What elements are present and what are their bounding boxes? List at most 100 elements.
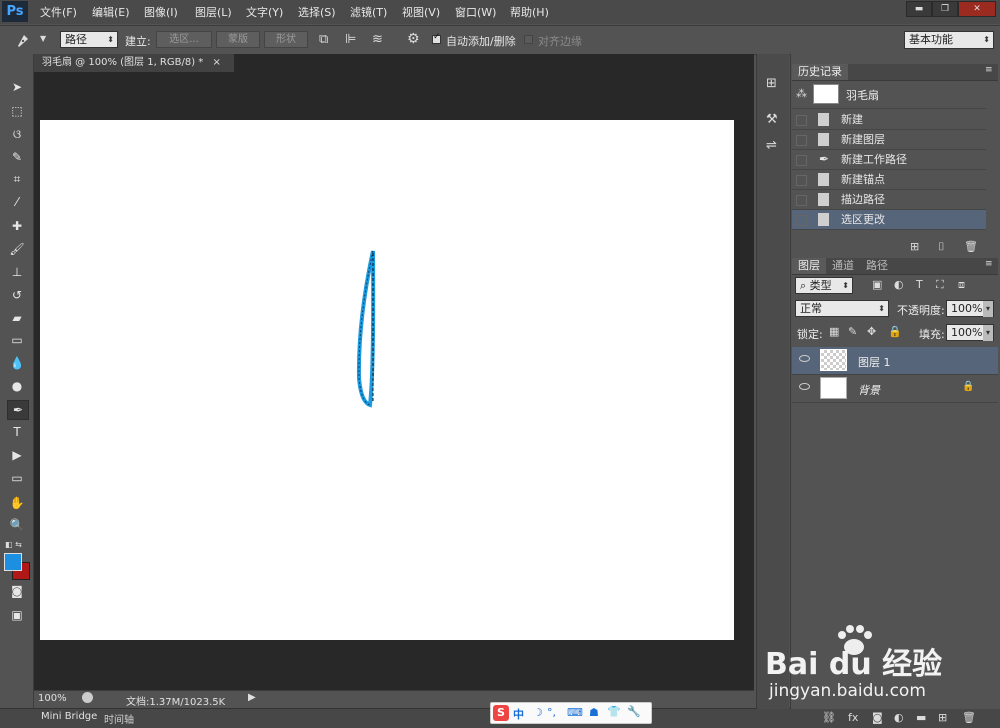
tab-mini-bridge[interactable]: Mini Bridge	[41, 711, 97, 722]
history-checkbox[interactable]	[796, 135, 807, 146]
history-panel-icon[interactable]: ⊞	[766, 76, 777, 91]
history-item-selected[interactable]: 选区更改	[792, 210, 986, 230]
history-item[interactable]: 描边路径	[792, 190, 986, 210]
history-panel-title[interactable]: 历史记录	[792, 64, 848, 80]
hand-tool-icon[interactable]: ✋	[7, 494, 27, 512]
keyboard-icon[interactable]: ⌨	[567, 706, 583, 719]
actions-panel-icon[interactable]: ⚒	[766, 112, 778, 127]
status-menu-arrow-icon[interactable]: ▶	[248, 692, 256, 703]
rectangle-tool-icon[interactable]: ▭	[7, 469, 27, 487]
blur-tool-icon[interactable]: 💧	[7, 354, 27, 372]
sogou-icon[interactable]: S	[493, 705, 509, 721]
user-icon[interactable]: ☗	[589, 706, 599, 719]
link-layers-icon[interactable]: ⛓	[822, 711, 836, 724]
history-checkbox[interactable]	[796, 115, 807, 126]
dodge-tool-icon[interactable]: ●	[7, 377, 27, 395]
quick-mask-icon[interactable]: ◙	[7, 582, 27, 600]
adjustments-panel-icon[interactable]: ⇌	[766, 138, 777, 153]
marquee-tool-icon[interactable]: ⬚	[7, 102, 27, 120]
quick-select-tool-icon[interactable]: ✎	[7, 148, 27, 166]
history-checkbox[interactable]	[796, 195, 807, 206]
camera-icon[interactable]: ⌷	[938, 240, 945, 254]
tool-preset-arrow-icon[interactable]: ▼	[40, 34, 46, 43]
lock-position-icon[interactable]: ✥	[867, 325, 876, 338]
new-document-from-state-icon[interactable]: ⊞	[910, 240, 919, 253]
type-filter-icon[interactable]: T	[916, 278, 923, 291]
zoom-level[interactable]: 100%	[38, 693, 67, 704]
moon-icon[interactable]: ☽	[533, 706, 543, 719]
layer-row-selected[interactable]: 图层 1	[792, 347, 998, 375]
history-checkbox[interactable]	[796, 155, 807, 166]
menu-layer[interactable]: 图层(L)	[195, 4, 232, 20]
lasso-tool-icon[interactable]: ଓ	[7, 125, 27, 143]
make-mask-button[interactable]: 蒙版	[216, 31, 260, 48]
history-brush-source-icon[interactable]: ⁂	[796, 87, 807, 100]
eyedropper-tool-icon[interactable]: ⁄	[7, 193, 27, 211]
tab-paths[interactable]: 路径	[860, 258, 894, 274]
pixel-filter-icon[interactable]: ▣	[872, 278, 882, 291]
opacity-input[interactable]: 100% ▾	[946, 300, 994, 317]
chevron-down-icon[interactable]: ▾	[983, 325, 993, 341]
menu-window[interactable]: 窗口(W)	[455, 4, 496, 20]
visibility-eye-icon[interactable]	[799, 355, 810, 362]
trash-icon[interactable]: 🗑	[964, 240, 978, 253]
menu-file[interactable]: 文件(F)	[40, 4, 77, 20]
wrench-icon[interactable]: 🔧	[627, 705, 641, 718]
panel-menu-icon[interactable]: ≡	[985, 65, 993, 75]
menu-image[interactable]: 图像(I)	[144, 4, 178, 20]
path-operations-icon[interactable]: ⧉	[319, 32, 328, 47]
history-item[interactable]: 新建图层	[792, 130, 986, 150]
lock-transparent-icon[interactable]: ▦	[829, 325, 839, 338]
zoom-tool-icon[interactable]: 🔍	[7, 516, 27, 534]
menu-filter[interactable]: 滤镜(T)	[350, 4, 387, 20]
trash-icon[interactable]: 🗑	[962, 711, 976, 724]
brush-tool-icon[interactable]: 🖌	[7, 240, 27, 258]
screen-mode-icon[interactable]: ▣	[7, 606, 27, 624]
gear-icon[interactable]: ⚙	[407, 31, 420, 47]
folder-icon[interactable]: ▬	[916, 711, 926, 724]
gradient-tool-icon[interactable]: ▭	[7, 331, 27, 349]
adjustment-filter-icon[interactable]: ◐	[894, 278, 904, 291]
auto-add-delete-checkbox[interactable]: ✓	[432, 32, 441, 44]
make-shape-button[interactable]: 形状	[264, 31, 308, 48]
path-alignment-icon[interactable]: ⊫	[345, 32, 356, 47]
skin-icon[interactable]: 👕	[607, 705, 621, 718]
menu-select[interactable]: 选择(S)	[298, 4, 336, 20]
pen-tool-icon[interactable]	[15, 31, 33, 49]
pen-tool-icon[interactable]: ✒	[7, 400, 29, 420]
smart-object-filter-icon[interactable]: ⧈	[958, 278, 965, 292]
history-checkbox[interactable]	[796, 175, 807, 186]
layer-name[interactable]: 图层 1	[858, 354, 891, 370]
add-mask-icon[interactable]: ◙	[872, 711, 883, 724]
layer-name[interactable]: 背景	[858, 382, 880, 398]
document-tab[interactable]: 羽毛扇 @ 100% (图层 1, RGB/8) * ×	[34, 54, 234, 72]
visibility-eye-icon[interactable]	[799, 383, 810, 390]
type-tool-icon[interactable]: T	[7, 423, 27, 441]
menu-type[interactable]: 文字(Y)	[246, 4, 283, 20]
ime-chinese-mode[interactable]: 中	[513, 706, 524, 722]
close-button[interactable]: ✕	[958, 1, 996, 17]
history-item[interactable]: 新建	[792, 110, 986, 130]
history-checkbox[interactable]	[796, 215, 807, 226]
foreground-color-swatch[interactable]	[4, 553, 22, 571]
default-colors-icon[interactable]: ◧ ⇆	[5, 540, 22, 549]
shape-filter-icon[interactable]: ⛶	[936, 278, 944, 292]
history-item[interactable]: ✒ 新建工作路径	[792, 150, 986, 170]
new-layer-icon[interactable]: ⊞	[938, 711, 947, 724]
tool-mode-select[interactable]: 路径 ⬍	[60, 31, 118, 48]
path-selection-tool-icon[interactable]: ▶	[7, 446, 27, 464]
align-edges-checkbox[interactable]	[524, 35, 533, 44]
adjustment-layer-icon[interactable]: ◐	[894, 711, 904, 724]
lock-all-icon[interactable]: 🔒	[888, 325, 902, 338]
history-item[interactable]: 新建锚点	[792, 170, 986, 190]
minimize-button[interactable]: ▬	[906, 1, 932, 17]
layer-row[interactable]: 背景 🔒	[792, 375, 998, 403]
blend-mode-select[interactable]: 正常 ⬍	[795, 300, 889, 317]
punctuation-icon[interactable]: °,	[547, 706, 556, 719]
tab-layers[interactable]: 图层	[792, 258, 826, 274]
history-snapshot[interactable]: ⁂ 羽毛扇	[792, 82, 986, 109]
close-tab-icon[interactable]: ×	[212, 57, 220, 68]
crop-tool-icon[interactable]: ⌗	[7, 170, 27, 188]
healing-brush-tool-icon[interactable]: ✚	[7, 217, 27, 235]
restore-button[interactable]: ❐	[932, 1, 958, 17]
